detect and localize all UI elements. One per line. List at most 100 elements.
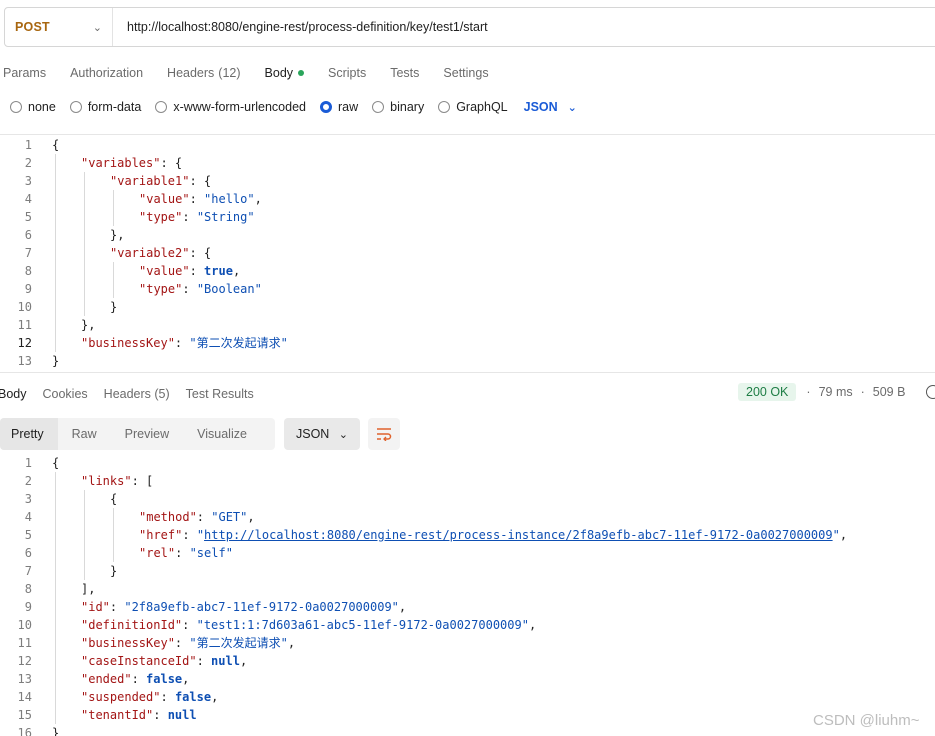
line-number: 4 bbox=[24, 192, 32, 206]
resp-tab-cookies[interactable]: Cookies bbox=[43, 387, 88, 401]
radio-binary[interactable]: binary bbox=[372, 100, 424, 114]
radio-graphql[interactable]: GraphQL bbox=[438, 100, 508, 114]
response-size[interactable]: 509 B bbox=[873, 385, 906, 399]
view-tab-raw[interactable]: Raw bbox=[58, 418, 111, 450]
tab-scripts[interactable]: Scripts bbox=[328, 66, 366, 80]
code-text: "definitionId": "test1:1:7d603a61-abc5-1… bbox=[81, 616, 536, 634]
radio-circle bbox=[155, 101, 168, 113]
url-input[interactable]: http://localhost:8080/engine-rest/proces… bbox=[113, 20, 488, 34]
tab-body[interactable]: Body bbox=[265, 66, 305, 80]
code-line: 10 "definitionId": "test1:1:7d603a61-abc5… bbox=[0, 616, 935, 634]
chevron-down-icon: ⌄ bbox=[92, 21, 102, 34]
code-token: : bbox=[182, 618, 197, 632]
code-token: "GET" bbox=[211, 510, 248, 524]
code-token: : bbox=[174, 636, 190, 650]
tab-authorization[interactable]: Authorization bbox=[70, 66, 143, 80]
line-number: 16 bbox=[17, 726, 32, 736]
code-text: } bbox=[52, 352, 59, 370]
code-token: "ended" bbox=[81, 672, 132, 686]
code-token: "variables" bbox=[81, 156, 161, 170]
wrap-lines-icon bbox=[377, 428, 392, 441]
radio-form-data[interactable]: form-data bbox=[69, 100, 141, 114]
radio-none[interactable]: none bbox=[10, 100, 56, 114]
code-line: 1{ bbox=[0, 136, 935, 154]
code-token: : bbox=[175, 546, 190, 560]
line-number: 13 bbox=[17, 354, 32, 368]
code-text: "value": true, bbox=[139, 262, 240, 280]
view-tab-preview[interactable]: Preview bbox=[111, 418, 183, 450]
resp-tab-body[interactable]: Body bbox=[0, 387, 27, 401]
line-number: 1 bbox=[24, 138, 32, 152]
line-number: 3 bbox=[24, 492, 32, 506]
resp-tab-test-results[interactable]: Test Results bbox=[186, 387, 254, 401]
code-text: { bbox=[52, 454, 59, 472]
code-token: " bbox=[196, 528, 205, 542]
code-line: 4 "value": "hello", bbox=[0, 190, 935, 208]
radio-urlencoded[interactable]: x-www-form-urlencoded bbox=[155, 100, 306, 114]
resp-tab-headers[interactable]: Headers (5) bbox=[104, 387, 170, 401]
response-format-dropdown[interactable]: JSON ⌄ bbox=[284, 418, 360, 450]
tab-params[interactable]: Params bbox=[3, 66, 46, 80]
radio-circle bbox=[10, 101, 22, 113]
request-url-bar: POST ⌄ http://localhost:8080/engine-rest… bbox=[4, 7, 935, 47]
status-badge[interactable]: 200 OK bbox=[738, 383, 797, 401]
body-type-options: none form-data x-www-form-urlencoded raw… bbox=[10, 98, 577, 116]
code-line: 6}, bbox=[0, 226, 935, 244]
view-tab-visualize[interactable]: Visualize bbox=[183, 418, 261, 450]
code-token: : bbox=[160, 690, 175, 704]
tab-settings[interactable]: Settings bbox=[443, 66, 488, 80]
code-token: "2f8a9efb-abc7-11ef-9172-0a0027000009" bbox=[124, 600, 399, 614]
code-line: 5 "href": "http://localhost:8080/engine-r… bbox=[0, 526, 935, 544]
method-selector[interactable]: POST ⌄ bbox=[5, 8, 113, 46]
code-text: "value": "hello", bbox=[139, 190, 262, 208]
code-token: : { bbox=[189, 174, 212, 188]
line-number: 7 bbox=[24, 564, 32, 578]
code-line: 8], bbox=[0, 580, 935, 598]
wrap-lines-button[interactable] bbox=[368, 418, 400, 450]
code-token: "第二次发起请求" bbox=[189, 336, 288, 350]
raw-format-dropdown[interactable]: JSON ⌄ bbox=[524, 100, 577, 114]
code-token[interactable]: http://localhost:8080/engine-rest/proces… bbox=[204, 528, 833, 542]
code-text: "caseInstanceId": null, bbox=[81, 652, 247, 670]
code-text: "tenantId": null bbox=[81, 706, 197, 724]
code-text: ], bbox=[81, 580, 95, 598]
code-text: "href": "http://localhost:8080/engine-re… bbox=[139, 526, 847, 544]
code-text: "variable2": { bbox=[110, 244, 211, 262]
radio-raw[interactable]: raw bbox=[320, 100, 358, 114]
line-number: 5 bbox=[24, 528, 32, 542]
indent-guide bbox=[84, 172, 85, 316]
globe-icon[interactable] bbox=[926, 385, 935, 399]
code-token: "caseInstanceId" bbox=[81, 654, 197, 668]
tab-tests[interactable]: Tests bbox=[390, 66, 419, 80]
tab-headers[interactable]: Headers (12) bbox=[167, 66, 240, 80]
code-token: : bbox=[189, 264, 205, 278]
code-token: : bbox=[189, 192, 205, 206]
code-token: , bbox=[182, 672, 190, 686]
line-number: 7 bbox=[24, 246, 32, 260]
code-token: ], bbox=[81, 582, 96, 596]
code-text: "type": "Boolean" bbox=[139, 280, 262, 298]
code-token: "id" bbox=[81, 600, 110, 614]
code-text: "links": [ bbox=[81, 472, 153, 490]
code-text: "businessKey": "第二次发起请求", bbox=[81, 634, 295, 652]
code-token: : bbox=[196, 510, 212, 524]
divider bbox=[0, 372, 935, 373]
indent-guide bbox=[113, 262, 114, 298]
view-tab-pretty[interactable]: Pretty bbox=[0, 418, 58, 450]
code-token: false bbox=[146, 672, 183, 686]
code-line: 4 "method": "GET", bbox=[0, 508, 935, 526]
response-time[interactable]: 79 ms bbox=[819, 385, 853, 399]
code-token: : bbox=[182, 528, 197, 542]
code-line: 13 "ended": false, bbox=[0, 670, 935, 688]
code-line: 13} bbox=[0, 352, 935, 370]
response-body-viewer[interactable]: 1{2 "links": [3{4 "method": "GET", 5 "href":… bbox=[0, 454, 935, 736]
line-number: 8 bbox=[24, 582, 32, 596]
code-line: 9 "id": "2f8a9efb-abc7-11ef-9172-0a002700… bbox=[0, 598, 935, 616]
code-text: "method": "GET", bbox=[139, 508, 255, 526]
line-number: 8 bbox=[24, 264, 32, 278]
code-line: 15 "tenantId": null bbox=[0, 706, 935, 724]
code-line: 11}, bbox=[0, 316, 935, 334]
code-line: 7 "variable2": { bbox=[0, 244, 935, 262]
request-body-editor[interactable]: 1{2 "variables": {3 "variable1": {4 "value"… bbox=[0, 136, 935, 370]
code-token: "tenantId" bbox=[81, 708, 154, 722]
